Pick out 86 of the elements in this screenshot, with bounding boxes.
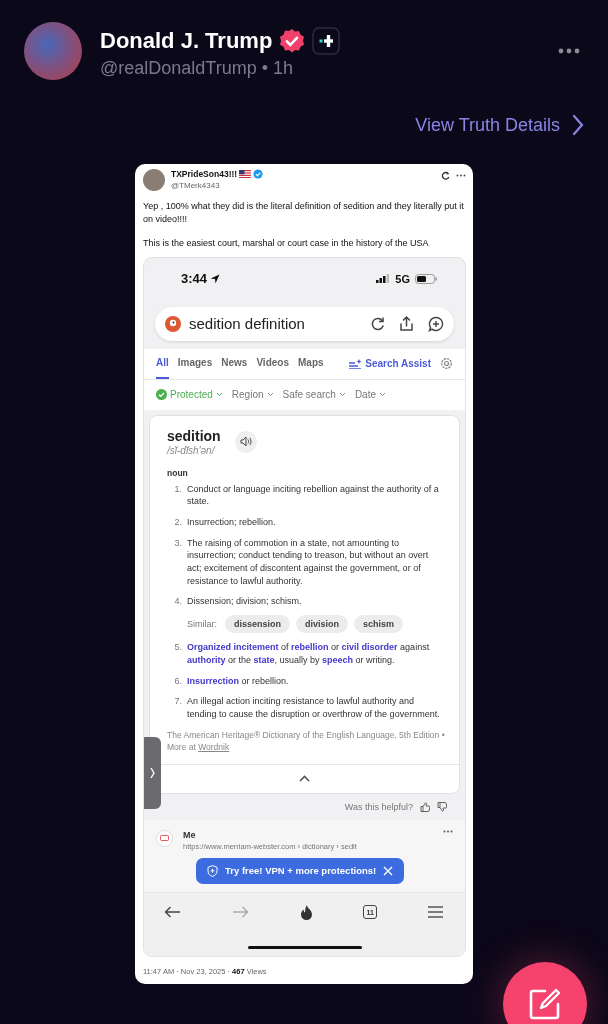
list-number: 2.	[173, 515, 182, 529]
caret-down-icon	[379, 392, 386, 397]
chat-plus-icon[interactable]	[428, 315, 444, 332]
headword: sedition	[167, 427, 221, 444]
author-name: TXPrideSon43!!!	[171, 169, 238, 179]
site-logo-icon	[156, 829, 173, 847]
chevron-right-icon[interactable]	[572, 114, 584, 136]
similar-label: Similar:	[187, 619, 217, 630]
flame-icon[interactable]	[299, 904, 313, 920]
vpn-banner[interactable]: Try free! VPN + more protections!	[196, 857, 405, 884]
menu-icon[interactable]	[428, 906, 443, 918]
settings-icon[interactable]	[440, 357, 453, 370]
definition-text: Insurrection or rebellion.	[187, 674, 290, 688]
list-number: 3.	[173, 536, 182, 550]
post-text: This is the easiest court, marshal or court case in the history of the USA	[143, 237, 430, 250]
plus-badge-icon	[312, 27, 341, 55]
helpful-prompt: Was this helpful?	[344, 801, 413, 812]
back-arrow-icon[interactable]	[164, 906, 181, 918]
verified-badge-icon	[253, 169, 264, 179]
list-number: 7.	[173, 695, 182, 709]
result-title[interactable]: Me	[183, 829, 433, 840]
caret-down-icon	[266, 392, 274, 397]
filter-dropdown[interactable]: Region	[231, 389, 274, 400]
wordnik-link[interactable]: Wordnik	[198, 742, 230, 753]
search-assist-link[interactable]: Search Assist	[349, 358, 431, 369]
author-handle: @realDonaldTrump • 1h	[100, 58, 294, 79]
view-details-link[interactable]: View Truth Details	[415, 114, 560, 136]
compose-icon	[528, 987, 562, 1021]
sparkle-lines-icon	[349, 358, 363, 369]
search-query: sedition definition	[189, 315, 306, 332]
battery-icon	[415, 273, 437, 284]
more-options-icon[interactable]	[443, 829, 453, 833]
post-text: Yep , 100% what they did is the literal definition of sedition and they literally put it on video!!!!	[143, 200, 465, 225]
definition-text: An illegal action inciting resistance to lawful authority and tending to cause the disruption or overthrow of the government.	[187, 695, 441, 721]
author-handle: @TMerk4343	[171, 181, 221, 190]
source-note: The American Heritage® Dictionary of the English Language, 5th Edition • More at Wordnik	[167, 728, 445, 754]
definition-text: Insurrection; rebellion.	[187, 515, 277, 529]
shield-plus-icon	[207, 864, 218, 877]
more-options-icon[interactable]	[558, 48, 580, 54]
author-name: Donald J. Trump	[100, 27, 273, 55]
list-number: 6.	[173, 674, 182, 688]
chevron-right-icon	[150, 766, 155, 779]
speaker-button[interactable]	[234, 430, 257, 453]
definition-text: The raising of commotion in a state, not amounting to insurrection; conduct tending to treason, but without an overt act; excitement of discontent against the government, or of resistance to lawful authority.	[187, 536, 430, 588]
avatar	[143, 169, 165, 191]
caret-down-icon	[215, 392, 223, 397]
signal-icon	[376, 274, 391, 283]
search-tab[interactable]: Videos	[256, 348, 289, 379]
search-tab[interactable]: Maps	[298, 348, 324, 379]
verified-badge-icon	[278, 27, 307, 55]
definition-text: Conduct or language inciting rebellion against the authority of a state.	[187, 482, 440, 508]
filter-dropdown[interactable]: Date	[354, 389, 386, 400]
list-number: 4.	[173, 595, 182, 609]
search-tab[interactable]: All	[156, 348, 169, 379]
list-number: 5.	[173, 641, 182, 655]
network-label: 5G	[395, 272, 410, 285]
pronunciation: /sĭ-dĭsh′ən/	[167, 444, 217, 456]
thumbs-up-icon[interactable]	[420, 801, 430, 812]
flag-icon	[239, 170, 252, 178]
caret-down-icon	[338, 392, 346, 397]
list-number: 1.	[173, 482, 182, 496]
location-arrow-icon	[210, 273, 221, 284]
search-tab[interactable]: News	[221, 348, 248, 379]
definition-text: Organized incitement of rebellion or civil disorder against authority or the state, usually by speech or writing.	[187, 641, 431, 667]
search-field[interactable]: sedition definition	[155, 306, 454, 341]
synonym-chip[interactable]: division	[296, 615, 349, 634]
reload-icon[interactable]	[370, 316, 385, 331]
search-tab[interactable]: Images	[177, 348, 213, 379]
duck-logo-icon	[165, 315, 181, 332]
check-circle-icon	[156, 389, 167, 400]
synonym-chip[interactable]: schism	[354, 615, 404, 634]
refresh-icon[interactable]	[441, 171, 450, 180]
synonym-chip[interactable]: dissension	[225, 615, 291, 634]
filter-dropdown[interactable]: Safe search	[282, 389, 346, 400]
side-panel-handle[interactable]	[144, 736, 161, 809]
thumbs-down-icon[interactable]	[437, 801, 447, 812]
chevron-up-icon[interactable]	[299, 775, 310, 783]
more-options-icon[interactable]	[456, 174, 466, 177]
avatar	[24, 22, 82, 80]
compose-button[interactable]	[503, 962, 587, 1024]
definition-text: Dissension; division; schism.	[187, 595, 303, 609]
part-of-speech: noun	[167, 467, 189, 478]
share-icon[interactable]	[399, 315, 414, 332]
close-icon[interactable]	[383, 865, 394, 876]
status-time: 3:44	[181, 271, 208, 286]
speaker-icon	[239, 436, 252, 447]
